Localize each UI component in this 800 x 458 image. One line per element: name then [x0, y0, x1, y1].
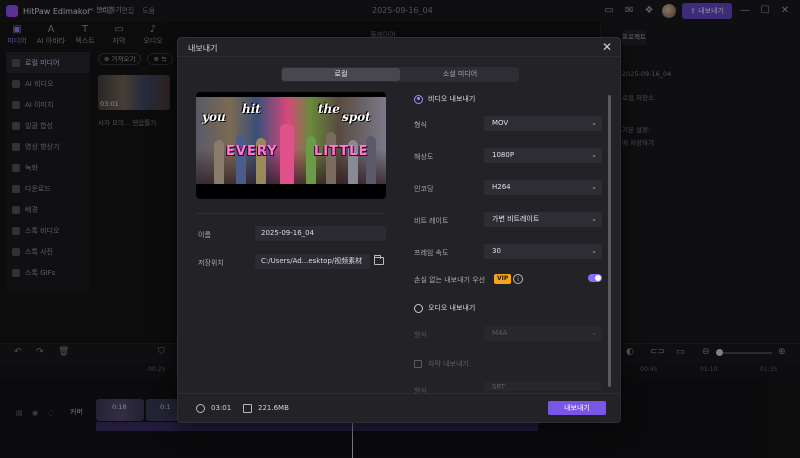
resolution-select[interactable]: 1080P ⌄ — [484, 148, 602, 163]
save-location-field[interactable]: C:/Users/Ad...esktop/视频素材 — [255, 254, 370, 269]
chevron-down-icon: ⌄ — [591, 183, 597, 191]
frame-rate-label: 프레임 속도 — [414, 249, 449, 257]
footer-divider — [178, 393, 620, 394]
lyric-word: you — [202, 110, 226, 124]
video-export-section[interactable]: 비디오 내보내기 — [414, 94, 475, 104]
resolution-label: 해상도 — [414, 153, 434, 161]
encoder-select[interactable]: H264 ⌄ — [484, 180, 602, 195]
dialog-divider — [178, 56, 620, 57]
dancer-figure — [214, 140, 224, 184]
clock-icon — [196, 404, 205, 413]
bitrate-label: 비트 레이트 — [414, 217, 449, 225]
dancer-figure — [236, 134, 246, 184]
folder-icon[interactable] — [374, 255, 384, 265]
lyric-word: the — [318, 102, 340, 116]
video-export-label: 비디오 내보내기 — [428, 95, 476, 103]
format-label: 형식 — [414, 121, 427, 129]
lyric-word-highlight: LITTLE — [314, 144, 369, 159]
frame-rate-select[interactable]: 30 ⌄ — [484, 244, 602, 259]
chevron-down-icon: ⌄ — [591, 151, 597, 159]
tab-local[interactable]: 로컬 — [282, 68, 400, 81]
tab-social-media[interactable]: 소셜 미디어 — [401, 67, 519, 82]
preview-divider — [196, 213, 386, 214]
export-file-size: 221.6MB — [258, 404, 289, 412]
bitrate-select[interactable]: 가변 비트레이트 ⌄ — [484, 212, 602, 227]
export-target-tabs: 로컬 소셜 미디어 — [281, 67, 519, 82]
save-location-label: 저장위치 — [198, 259, 224, 267]
export-dialog: 내보내기 ✕ 로컬 소셜 미디어 you hit the spot EVERY … — [177, 37, 621, 423]
dialog-title: 내보내기 — [188, 44, 218, 53]
subtitle-format-select[interactable]: SRT — [484, 382, 602, 391]
format-select[interactable]: MOV ⌄ — [484, 116, 602, 131]
lyric-word: spot — [342, 110, 371, 124]
settings-scrollbar[interactable] — [608, 95, 611, 387]
lyric-word-highlight: EVERY — [226, 144, 278, 159]
dancer-figure — [280, 124, 294, 184]
lossless-export-toggle[interactable] — [588, 274, 602, 282]
close-icon[interactable]: ✕ — [600, 40, 614, 54]
chevron-down-icon: ⌄ — [591, 329, 597, 337]
chevron-down-icon: ⌄ — [591, 215, 597, 223]
encoder-label: 인코딩 — [414, 185, 434, 193]
audio-format-label: 형식 — [414, 331, 427, 339]
export-duration: 03:01 — [211, 404, 232, 412]
audio-export-label: 오디오 내보내기 — [428, 304, 476, 312]
chevron-down-icon: ⌄ — [591, 247, 597, 255]
name-label: 이름 — [198, 231, 211, 239]
video-preview: you hit the spot EVERY LITTLE — [196, 92, 386, 199]
chevron-down-icon: ⌄ — [591, 119, 597, 127]
subtitle-export-checkbox[interactable] — [414, 360, 422, 368]
vip-badge: VIP — [494, 274, 512, 284]
subtitle-format-label: 형식 — [414, 387, 427, 395]
file-size-icon — [243, 404, 252, 413]
lossless-export-label: 손실 없는 내보내기 우선 — [414, 276, 486, 284]
export-button[interactable]: 내보내기 — [548, 401, 606, 415]
lyric-word: hit — [242, 102, 261, 116]
file-name-input[interactable]: 2025-09-16_04 — [255, 226, 386, 241]
video-export-radio[interactable] — [414, 94, 423, 104]
audio-format-select[interactable]: M4A ⌄ — [484, 326, 602, 341]
audio-export-section[interactable]: 오디오 내보내기 — [414, 303, 475, 313]
audio-export-radio[interactable] — [414, 303, 423, 313]
subtitle-export-label: 자막 내보내기 — [428, 360, 469, 368]
info-icon[interactable]: i — [513, 274, 523, 284]
